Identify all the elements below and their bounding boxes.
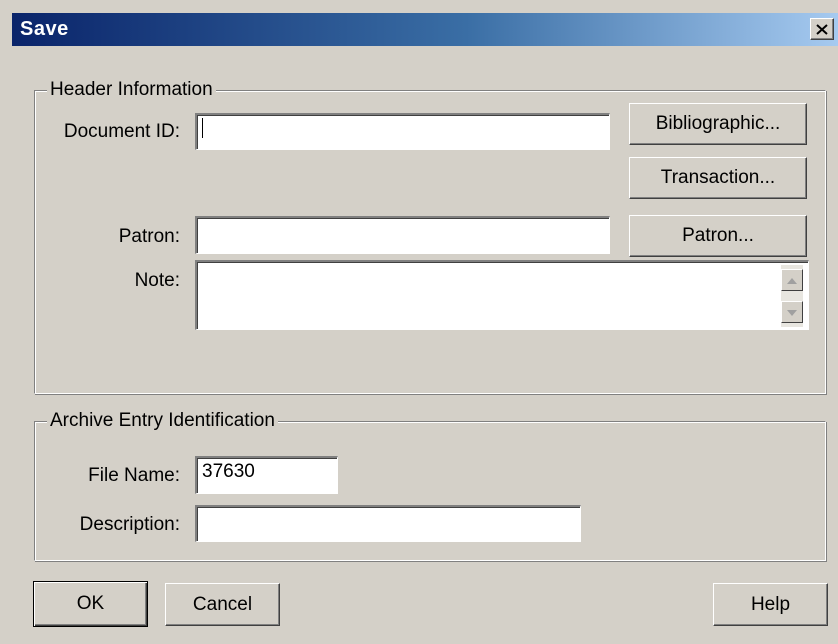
description-label: Description: — [79, 514, 180, 535]
scroll-up-button[interactable] — [781, 269, 803, 291]
ok-button[interactable]: OK — [33, 581, 148, 627]
patron-field[interactable] — [195, 216, 610, 254]
document-id-label: Document ID: — [63, 121, 180, 142]
window-title: Save — [20, 18, 69, 40]
description-field[interactable] — [195, 505, 581, 542]
patron-label: Patron: — [118, 226, 180, 247]
file-name-value: 37630 — [202, 461, 255, 482]
document-id-field[interactable] — [195, 113, 610, 150]
close-button[interactable] — [810, 18, 834, 40]
arrow-up-icon — [787, 271, 797, 289]
file-name-field[interactable]: 37630 — [195, 456, 338, 494]
help-button[interactable]: Help — [713, 583, 828, 626]
scroll-down-button[interactable] — [781, 301, 803, 323]
header-information-label: Header Information — [47, 79, 216, 101]
save-dialog: Save Header Information Document ID: Bib… — [0, 0, 838, 644]
text-caret — [202, 117, 203, 138]
title-bar[interactable]: Save — [12, 13, 838, 46]
file-name-label: File Name: — [88, 465, 180, 486]
note-field[interactable] — [195, 260, 809, 330]
cancel-button[interactable]: Cancel — [165, 583, 280, 626]
arrow-down-icon — [787, 303, 797, 321]
bibliographic-button[interactable]: Bibliographic... — [629, 103, 807, 145]
archive-entry-label: Archive Entry Identification — [47, 410, 278, 432]
close-icon — [816, 23, 828, 35]
patron-button[interactable]: Patron... — [629, 215, 807, 257]
note-label: Note: — [134, 270, 180, 291]
note-scrollbar[interactable] — [781, 265, 803, 327]
transaction-button[interactable]: Transaction... — [629, 157, 807, 199]
